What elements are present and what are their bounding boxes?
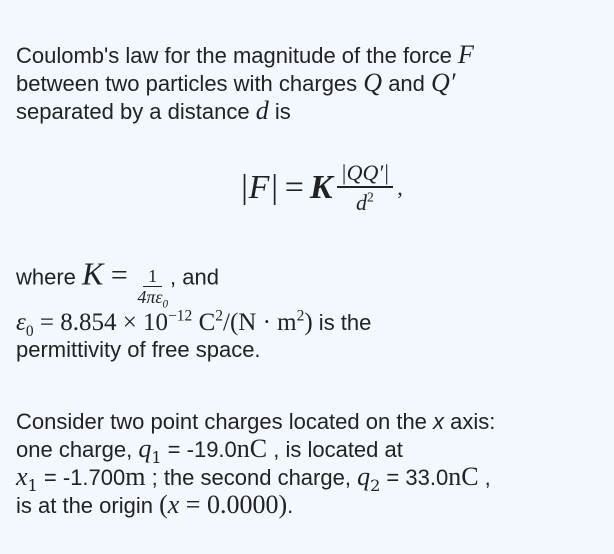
var-Q: Q: [363, 68, 383, 97]
k-fraction: 1 4πε0: [137, 266, 169, 311]
eq-numerator: |QQ′|: [336, 160, 394, 188]
eq-constant: K: [309, 169, 333, 206]
problem-line-1: Consider two point charges located on th…: [16, 409, 496, 434]
problem-line-4: is at the origin (x = 0.0000).: [16, 490, 294, 519]
q2-value: = 33.0: [380, 465, 449, 490]
var-x-axis: x: [433, 409, 445, 434]
eq-denominator: d2: [356, 189, 374, 215]
intro-line-1: Coulomb's law for the magnitude of the f…: [16, 40, 474, 69]
intro-line-3: separated by a distance d is: [16, 96, 291, 125]
eq-equals: =: [284, 169, 304, 206]
eq-comma: ,: [397, 175, 403, 200]
def-line-1: where K = 1 4πε0, and: [16, 255, 219, 311]
problem-paragraph: Consider two point charges located on th…: [16, 408, 606, 519]
var-d: d: [255, 96, 269, 125]
problem-line-2: one charge, q1 = -19.0nC , is located at: [16, 434, 403, 468]
intro-paragraph: Coulomb's law for the magnitude of the f…: [16, 41, 606, 125]
definitions-paragraph: where K = 1 4πε0, and ε0 = 8.854 × 10−12 …: [16, 255, 606, 363]
def-line-2: ε0 = 8.854 × 10−12 C2/(N · m2) is the: [16, 307, 372, 340]
x1-value: = -1.700: [37, 465, 126, 490]
var-q2: q2: [357, 462, 381, 496]
origin-expression: (x = 0.0000): [159, 490, 288, 519]
problem-line-3: x1 = -1.700m ; the second charge, q2 = 3…: [16, 462, 491, 496]
q1-unit: nC: [236, 434, 268, 463]
var-F: F: [458, 40, 474, 69]
var-q1: q1: [138, 434, 162, 468]
eq-lhs: |F|: [239, 169, 279, 206]
eq-fraction: |QQ′| d2: [336, 160, 394, 216]
var-x1: x1: [16, 462, 38, 496]
epsilon-expression: ε0 = 8.854 × 10−12 C2/(N · m2): [16, 307, 313, 340]
q2-unit: nC: [448, 462, 479, 491]
coulomb-equation: |F| = K |QQ′| d2 ,: [0, 160, 614, 216]
var-Q-prime: Q′: [431, 68, 456, 97]
var-K: K: [82, 255, 104, 292]
x1-unit: m: [125, 462, 146, 491]
q1-value: = -19.0: [161, 437, 237, 462]
intro-line-2: between two particles with charges Q and…: [16, 68, 456, 97]
def-line-3: permittivity of free space.: [16, 337, 261, 362]
